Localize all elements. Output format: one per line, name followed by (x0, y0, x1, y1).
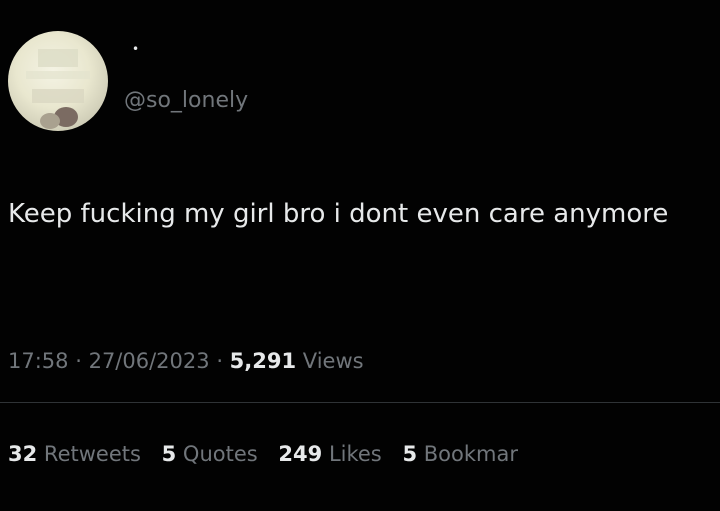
retweets-stat[interactable]: 32 Retweets (8, 442, 148, 466)
meta-separator: · (75, 349, 89, 373)
quotes-count: 5 (161, 442, 177, 466)
display-name-mark[interactable]: • (132, 43, 139, 55)
bookmarks-label: Bookmar (423, 442, 518, 466)
tweet-card: • @so_lonely Keep fucking my girl bro i … (0, 0, 720, 511)
divider (0, 402, 720, 403)
tweet-stats: 32 Retweets 5 Quotes 249 Likes 5 Bookmar (8, 440, 532, 468)
retweets-label: Retweets (43, 442, 141, 466)
quotes-label: Quotes (182, 442, 258, 466)
tweet-date[interactable]: 27/06/2023 (89, 349, 210, 373)
meta-separator: · (216, 349, 230, 373)
avatar-image (26, 49, 90, 129)
bookmarks-stat[interactable]: 5 Bookmar (402, 442, 518, 466)
views-label: Views (302, 349, 364, 373)
avatar-icon[interactable] (8, 31, 108, 131)
likes-label: Likes (328, 442, 382, 466)
tweet-time[interactable]: 17:58 (8, 349, 69, 373)
tweet-meta: 17:58 · 27/06/2023 · 5,291 Views (8, 347, 364, 375)
retweets-count: 32 (8, 442, 38, 466)
tweet-text: Keep fucking my girl bro i dont even car… (8, 199, 669, 229)
quotes-stat[interactable]: 5 Quotes (162, 442, 265, 466)
likes-count: 249 (278, 442, 323, 466)
user-handle[interactable]: @so_lonely (124, 88, 248, 114)
bookmarks-count: 5 (402, 442, 418, 466)
views-count: 5,291 (229, 349, 297, 373)
likes-stat[interactable]: 249 Likes (278, 442, 388, 466)
